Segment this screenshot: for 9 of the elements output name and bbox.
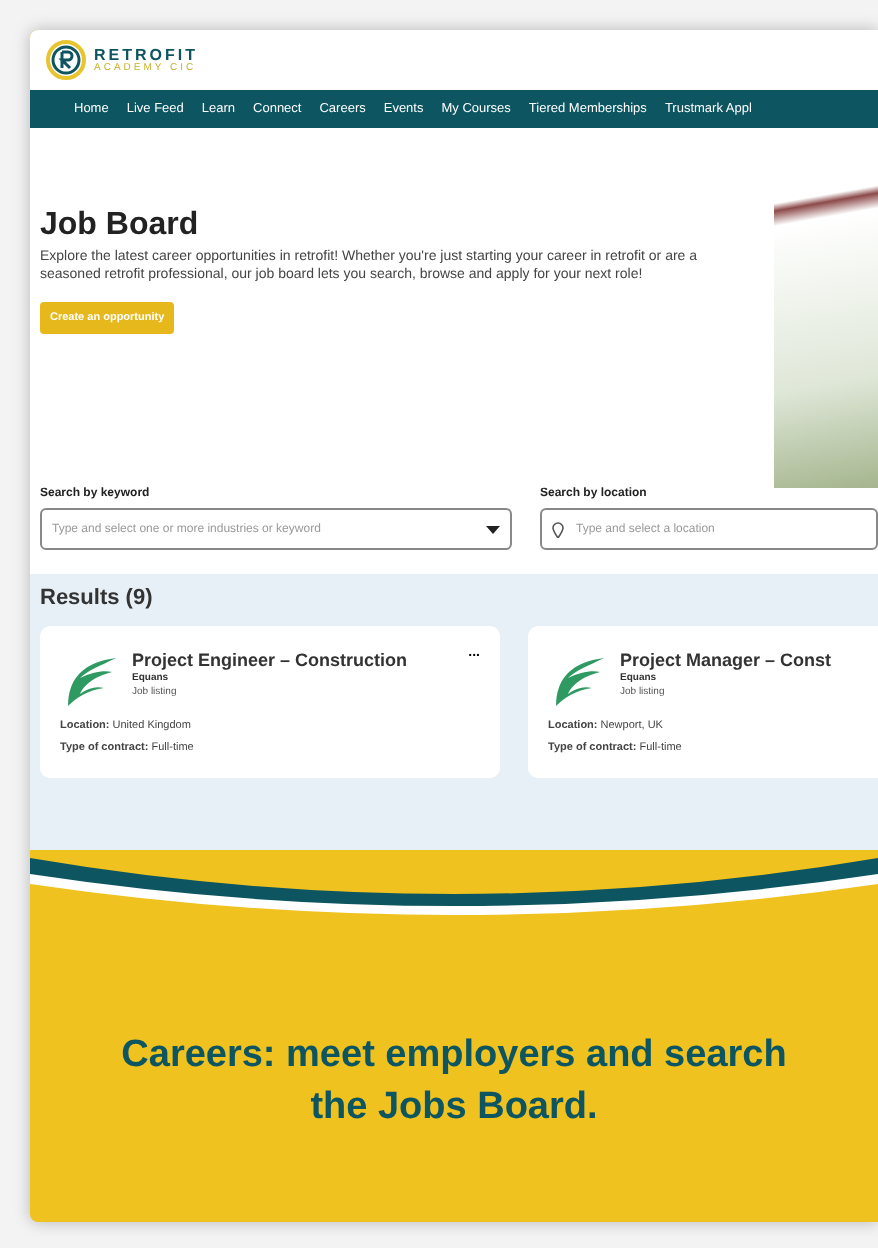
results-heading: Results (9) bbox=[40, 586, 155, 610]
logo-icon bbox=[46, 40, 86, 80]
logo-name: RETROFIT bbox=[94, 47, 198, 63]
page-title: Job Board bbox=[40, 208, 201, 244]
job-title[interactable]: Project Engineer – Construction bbox=[132, 650, 457, 670]
location-pin-icon bbox=[552, 521, 564, 537]
caption-text: Careers: meet employers and search the Jobs Board. bbox=[119, 1032, 789, 1132]
caret-icon bbox=[486, 525, 500, 533]
job-title[interactable]: Project Manager – Const bbox=[620, 650, 878, 670]
